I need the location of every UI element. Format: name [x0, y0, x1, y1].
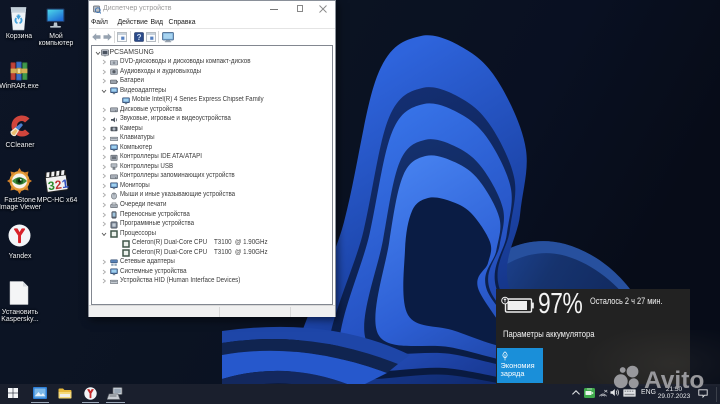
- svg-text:Avito: Avito: [644, 367, 704, 392]
- svg-text:1: 1: [61, 176, 69, 191]
- svg-text:?: ?: [137, 33, 142, 42]
